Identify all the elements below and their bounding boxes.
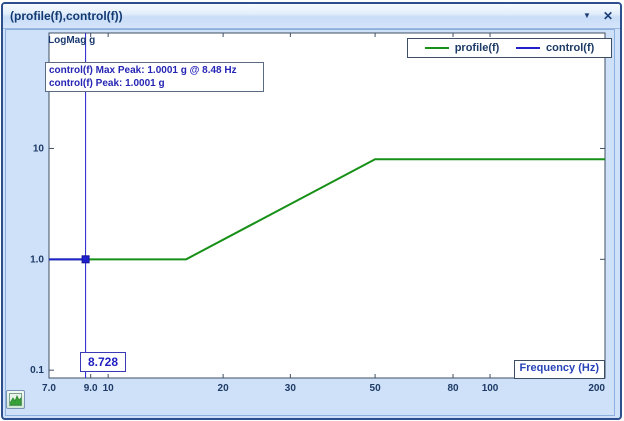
peak-text: control(f) Peak: 1.0001 g bbox=[49, 77, 260, 90]
chart-image-icon bbox=[9, 393, 22, 406]
cursor-marker[interactable] bbox=[82, 256, 89, 263]
x-tick-label: 10 bbox=[103, 383, 115, 394]
profile-legend-line-icon bbox=[425, 47, 449, 49]
legend-entry-control: control(f) bbox=[516, 42, 594, 54]
x-tick-label: 20 bbox=[218, 383, 230, 394]
y-tick-label: 10 bbox=[33, 143, 45, 154]
x-tick-label: 9.0 bbox=[84, 383, 98, 394]
x-tick-label: 200 bbox=[588, 383, 605, 394]
control-legend-line-icon bbox=[516, 47, 540, 49]
x-tick-label: 100 bbox=[482, 383, 499, 394]
cursor-frequency-readout[interactable]: 8.728 bbox=[80, 352, 126, 372]
x-tick-label: 80 bbox=[447, 383, 459, 394]
legend-entry-profile: profile(f) bbox=[425, 42, 500, 54]
x-axis-title-box: Frequency (Hz) bbox=[514, 360, 605, 379]
x-tick-label: 30 bbox=[285, 383, 297, 394]
legend-label-profile: profile(f) bbox=[455, 42, 500, 54]
max-peak-text: control(f) Max Peak: 1.0001 g @ 8.48 Hz bbox=[49, 64, 260, 77]
application-screenshot: (profile(f),control(f)) ▼ ✕ 7.09.0102030… bbox=[0, 0, 624, 421]
y-tick-label: 0.1 bbox=[30, 365, 44, 376]
y-tick-label: 1.0 bbox=[30, 254, 44, 265]
chart-thumbnail-button[interactable] bbox=[6, 390, 25, 409]
legend-label-control: control(f) bbox=[546, 42, 594, 54]
y-axis-unit-label: LogMag g bbox=[48, 35, 95, 46]
legend: profile(f) control(f) bbox=[407, 38, 612, 58]
peak-info-box: control(f) Max Peak: 1.0001 g @ 8.48 Hz … bbox=[45, 62, 264, 92]
x-tick-label: 50 bbox=[370, 383, 382, 394]
x-tick-label: 7.0 bbox=[42, 383, 56, 394]
